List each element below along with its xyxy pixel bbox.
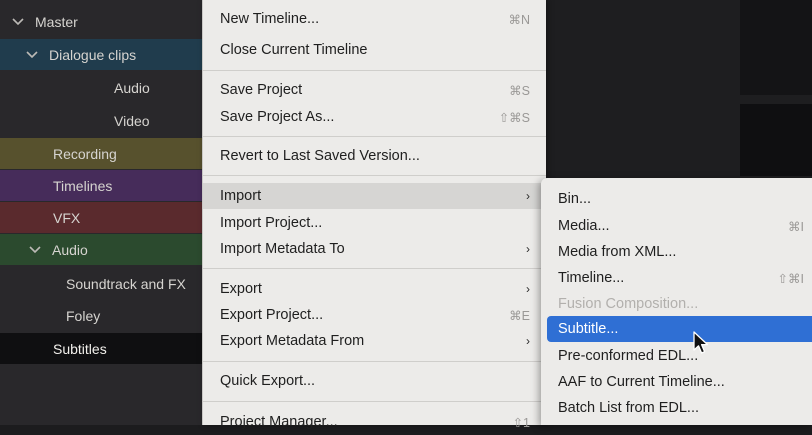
submenu-arrow-icon: › [526, 282, 530, 296]
menu-item-close-current-timeline[interactable]: Close Current Timeline [203, 37, 546, 63]
submenu-item-bin[interactable]: Bin... [547, 186, 812, 212]
menu-item-export-metadata-from[interactable]: Export Metadata From › [203, 328, 546, 354]
menu-separator [203, 136, 546, 137]
viewer-panel [740, 104, 812, 176]
bin-video[interactable]: Video [0, 105, 212, 136]
submenu-item-subtitle[interactable]: Subtitle... [547, 316, 812, 342]
submenu-item-media[interactable]: Media... ⌘I [547, 213, 812, 239]
bin-label: Audio [52, 241, 88, 258]
menu-separator [203, 175, 546, 176]
file-menu: New Timeline... ⌘N Close Current Timelin… [202, 0, 546, 430]
menu-item-save-project-as[interactable]: Save Project As... ⇧⌘S [203, 104, 546, 130]
menu-item-shortcut: ⌘S [509, 83, 530, 98]
bin-foley[interactable]: Foley [0, 300, 212, 331]
chevron-down-icon[interactable] [24, 47, 40, 63]
menu-item-shortcut: ⇧⌘S [498, 110, 530, 125]
submenu-item-label: Media from XML... [558, 244, 677, 260]
bin-recording[interactable]: Recording [0, 138, 212, 169]
submenu-item-shortcut: ⇧⌘I [777, 271, 804, 286]
bin-audio-group[interactable]: Audio [0, 234, 212, 265]
submenu-item-pre-conformed-edl[interactable]: Pre-conformed EDL... [547, 343, 812, 369]
menu-item-project-manager[interactable]: Project Manager... ⇧1 [203, 409, 546, 435]
menu-item-label: Export Metadata From [220, 333, 365, 349]
menu-item-label: Save Project [220, 82, 303, 98]
bin-label: Subtitles [53, 340, 107, 357]
bin-soundtrack-and-fx[interactable]: Soundtrack and FX [0, 268, 212, 299]
menu-item-revert[interactable]: Revert to Last Saved Version... [203, 143, 546, 169]
submenu-item-batch-list-from-edl[interactable]: Batch List from EDL... [547, 395, 812, 421]
submenu-item-label: Pre-conformed EDL... [558, 348, 699, 364]
bin-label: Video [114, 112, 150, 129]
menu-item-save-project[interactable]: Save Project ⌘S [203, 77, 546, 103]
submenu-item-label: AAF to Current Timeline... [558, 374, 725, 390]
menu-item-import[interactable]: Import › [203, 183, 546, 209]
submenu-item-label: Media... [558, 218, 610, 234]
submenu-item-timeline[interactable]: Timeline... ⇧⌘I [547, 265, 812, 291]
submenu-item-shortcut: ⌘I [788, 219, 804, 234]
submenu-item-label: Subtitle... [558, 321, 619, 337]
chevron-down-icon[interactable] [10, 14, 26, 30]
submenu-item-label: Batch List from EDL... [558, 400, 700, 416]
menu-item-quick-export[interactable]: Quick Export... [203, 368, 546, 394]
menu-item-label: New Timeline... [220, 11, 320, 27]
bin-timelines[interactable]: Timelines [0, 170, 212, 201]
bin-label: Dialogue clips [49, 46, 137, 63]
menu-item-label: Export Project... [220, 307, 324, 323]
bin-dialogue-clips[interactable]: Dialogue clips [0, 39, 212, 70]
menu-item-shortcut: ⌘N [508, 12, 530, 27]
bin-label: Soundtrack and FX [66, 275, 186, 292]
menu-item-export-project[interactable]: Export Project... ⌘E [203, 302, 546, 328]
menu-item-new-timeline[interactable]: New Timeline... ⌘N [203, 6, 546, 32]
bin-label: Timelines [53, 177, 113, 194]
menu-item-label: Save Project As... [220, 109, 335, 125]
menu-item-label: Import Project... [220, 215, 323, 231]
menu-separator [203, 361, 546, 362]
menu-item-export[interactable]: Export › [203, 276, 546, 302]
menu-item-import-project[interactable]: Import Project... [203, 210, 546, 236]
menu-separator [203, 268, 546, 269]
submenu-item-label: Timeline... [558, 270, 625, 286]
menu-item-label: Close Current Timeline [220, 42, 368, 58]
menu-item-label: Import Metadata To [220, 241, 345, 257]
bin-subtitles[interactable]: Subtitles [0, 333, 212, 364]
submenu-arrow-icon: › [526, 189, 530, 203]
menu-item-label: Revert to Last Saved Version... [220, 148, 420, 164]
viewer-panel [740, 0, 812, 95]
submenu-item-fusion-composition[interactable]: Fusion Composition... [547, 291, 812, 317]
submenu-item-label: Bin... [558, 191, 592, 207]
menu-item-shortcut: ⌘E [509, 308, 530, 323]
menu-item-label: Import [220, 188, 262, 204]
bin-audio[interactable]: Audio [0, 72, 212, 103]
menu-item-label: Export [220, 281, 262, 297]
submenu-arrow-icon: › [526, 334, 530, 348]
menu-item-label: Quick Export... [220, 373, 316, 389]
menu-item-import-metadata-to[interactable]: Import Metadata To › [203, 236, 546, 262]
submenu-item-aaf-to-current-timeline[interactable]: AAF to Current Timeline... [547, 369, 812, 395]
submenu-item-media-from-xml[interactable]: Media from XML... [547, 239, 812, 265]
chevron-down-icon[interactable] [27, 242, 43, 258]
bin-vfx[interactable]: VFX [0, 202, 212, 233]
bin-label: Audio [114, 79, 150, 96]
bin-label: VFX [53, 209, 81, 226]
submenu-item-label: Fusion Composition... [558, 296, 699, 312]
submenu-arrow-icon: › [526, 242, 530, 256]
bin-label: Foley [66, 307, 101, 324]
import-submenu: Bin... Media... ⌘I Media from XML... Tim… [541, 178, 812, 425]
bin-sidebar: Master Dialogue clips Audio Video Record… [0, 0, 212, 425]
menu-separator [203, 70, 546, 71]
menu-separator [203, 401, 546, 402]
mouse-pointer-icon [693, 331, 709, 354]
menu-item-label: Project Manager... [220, 414, 338, 430]
menu-item-shortcut: ⇧1 [512, 415, 530, 430]
bin-label: Recording [53, 145, 117, 162]
bin-master[interactable]: Master [0, 6, 212, 37]
bin-label: Master [35, 13, 78, 30]
